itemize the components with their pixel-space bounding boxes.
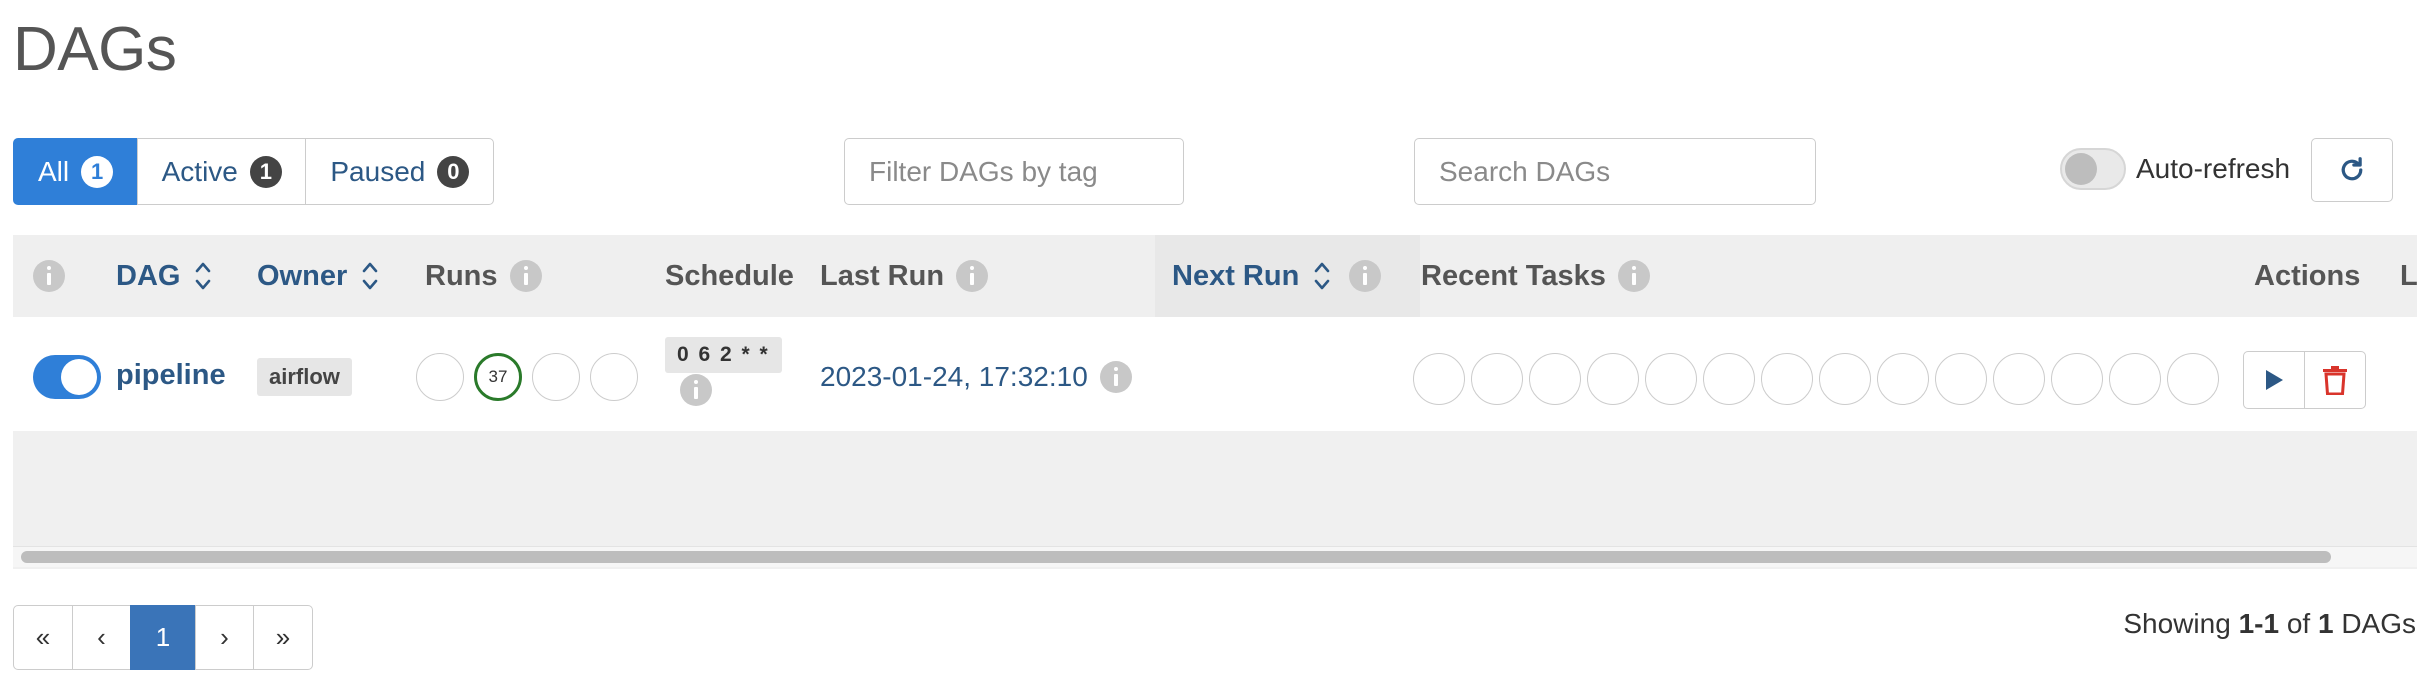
run-state-circle[interactable]: [590, 353, 638, 401]
delete-dag-button[interactable]: [2303, 351, 2366, 409]
task-state-circle[interactable]: [1645, 353, 1697, 405]
tag-filter-input[interactable]: [844, 138, 1184, 205]
sort-icon: [196, 262, 211, 290]
filter-paused-label: Paused: [330, 155, 426, 187]
summary-of: of: [2286, 608, 2311, 639]
horizontal-scrollbar[interactable]: [13, 546, 2417, 567]
column-schedule-header: Schedule: [665, 235, 794, 317]
filter-all-label: All: [38, 155, 70, 187]
refresh-icon: [2341, 157, 2363, 181]
summary-suffix: DAGs: [2341, 608, 2416, 639]
run-state-circle[interactable]: [532, 353, 580, 401]
task-state-circle[interactable]: [1471, 353, 1523, 405]
info-icon[interactable]: [680, 374, 712, 406]
column-runs-label: Runs: [425, 259, 498, 292]
sort-icon: [1314, 262, 1330, 290]
info-icon[interactable]: [33, 260, 65, 292]
results-summary: Showing 1-1 of 1 DAGs: [2123, 608, 2416, 640]
column-actions-header: Actions: [2254, 235, 2360, 317]
table-header: DAG Owner Runs Schedule Last Run Next Ru…: [13, 235, 2417, 317]
dags-table: DAG Owner Runs Schedule Last Run Next Ru…: [13, 235, 2417, 569]
play-icon: [2266, 370, 2283, 390]
dag-id-link[interactable]: pipeline: [116, 359, 226, 392]
task-state-circle[interactable]: [2109, 353, 2161, 405]
table-row: pipeline airflow 37 0 6 2 * * 2023-01-24…: [13, 317, 2417, 431]
filter-active-label: Active: [161, 155, 238, 187]
column-active-header: [33, 235, 65, 317]
search-dags-input[interactable]: [1414, 138, 1816, 205]
column-owner-label: Owner: [257, 259, 348, 292]
page-current-button[interactable]: 1: [130, 605, 196, 670]
task-state-circle[interactable]: [1587, 353, 1639, 405]
summary-prefix: Showing: [2123, 608, 2231, 639]
info-icon[interactable]: [1617, 260, 1650, 292]
page-first-button[interactable]: «: [13, 605, 73, 670]
page-last-button[interactable]: »: [253, 605, 313, 670]
auto-refresh-control: Auto-refresh: [2060, 148, 2290, 190]
column-recent-tasks-header: Recent Tasks: [1421, 235, 1650, 317]
sort-icon: [362, 262, 378, 290]
auto-refresh-toggle[interactable]: [2060, 148, 2126, 190]
filter-active-count: 1: [249, 155, 282, 188]
info-icon[interactable]: [1349, 260, 1382, 292]
owner-tag[interactable]: airflow: [257, 358, 352, 396]
schedule-tag: 0 6 2 * *: [665, 337, 782, 373]
task-state-circle[interactable]: [1413, 353, 1465, 405]
task-state-circle[interactable]: [2051, 353, 2103, 405]
filter-active-button[interactable]: Active 1: [136, 138, 307, 205]
filter-paused-button[interactable]: Paused 0: [305, 138, 495, 205]
run-state-circle-success[interactable]: 37: [474, 353, 522, 401]
column-last-run-header: Last Run: [820, 235, 989, 317]
pagination: « ‹ 1 › »: [13, 605, 313, 672]
column-truncated-header: L: [2400, 235, 2417, 317]
summary-total: 1: [2317, 608, 2334, 639]
task-state-circle[interactable]: [1877, 353, 1929, 405]
column-recent-tasks-label: Recent Tasks: [1421, 259, 1606, 292]
column-next-run-label: Next Run: [1172, 259, 1300, 292]
task-state-circle[interactable]: [1703, 353, 1755, 405]
column-last-run-label: Last Run: [820, 259, 945, 292]
column-next-run-header[interactable]: Next Run: [1155, 235, 1420, 317]
run-state-circle[interactable]: [416, 353, 464, 401]
page-prev-button[interactable]: ‹: [71, 605, 132, 670]
task-state-circle[interactable]: [1993, 353, 2045, 405]
last-run-cell: 2023-01-24, 17:32:10: [820, 361, 1132, 393]
column-owner-header[interactable]: Owner: [257, 235, 379, 317]
task-state-circle[interactable]: [1935, 353, 1987, 405]
filter-all-button[interactable]: All 1: [13, 138, 139, 205]
toggle-knob: [61, 359, 97, 395]
auto-refresh-label: Auto-refresh: [2136, 153, 2291, 184]
summary-range: 1-1: [2238, 608, 2280, 639]
column-runs-header: Runs: [425, 235, 542, 317]
task-state-circle[interactable]: [1761, 353, 1813, 405]
trigger-dag-button[interactable]: [2243, 351, 2305, 409]
column-truncated-label: L: [2400, 259, 2417, 292]
page-title: DAGs: [13, 15, 177, 84]
status-filter-group: All 1 Active 1 Paused 0: [13, 138, 495, 205]
filter-all-count: 1: [81, 155, 114, 188]
dag-actions: [2243, 351, 2366, 409]
last-run-link[interactable]: 2023-01-24, 17:32:10: [820, 361, 1088, 393]
column-dag-label: DAG: [116, 259, 181, 292]
task-state-circle[interactable]: [1529, 353, 1581, 405]
dag-active-toggle[interactable]: [33, 355, 101, 399]
info-icon[interactable]: [956, 260, 989, 292]
column-dag-header[interactable]: DAG: [116, 235, 212, 317]
column-actions-label: Actions: [2254, 259, 2361, 292]
toggle-knob: [2065, 153, 2097, 185]
refresh-button[interactable]: [2311, 138, 2393, 202]
info-icon[interactable]: [509, 260, 542, 292]
task-state-circle[interactable]: [2167, 353, 2219, 405]
trash-icon: [2322, 366, 2347, 395]
info-icon[interactable]: [1099, 361, 1132, 393]
task-state-circle[interactable]: [1819, 353, 1871, 405]
scrollbar-thumb[interactable]: [21, 551, 2331, 563]
column-schedule-label: Schedule: [665, 259, 794, 292]
filter-paused-count: 0: [437, 155, 470, 188]
page-next-button[interactable]: ›: [194, 605, 255, 670]
